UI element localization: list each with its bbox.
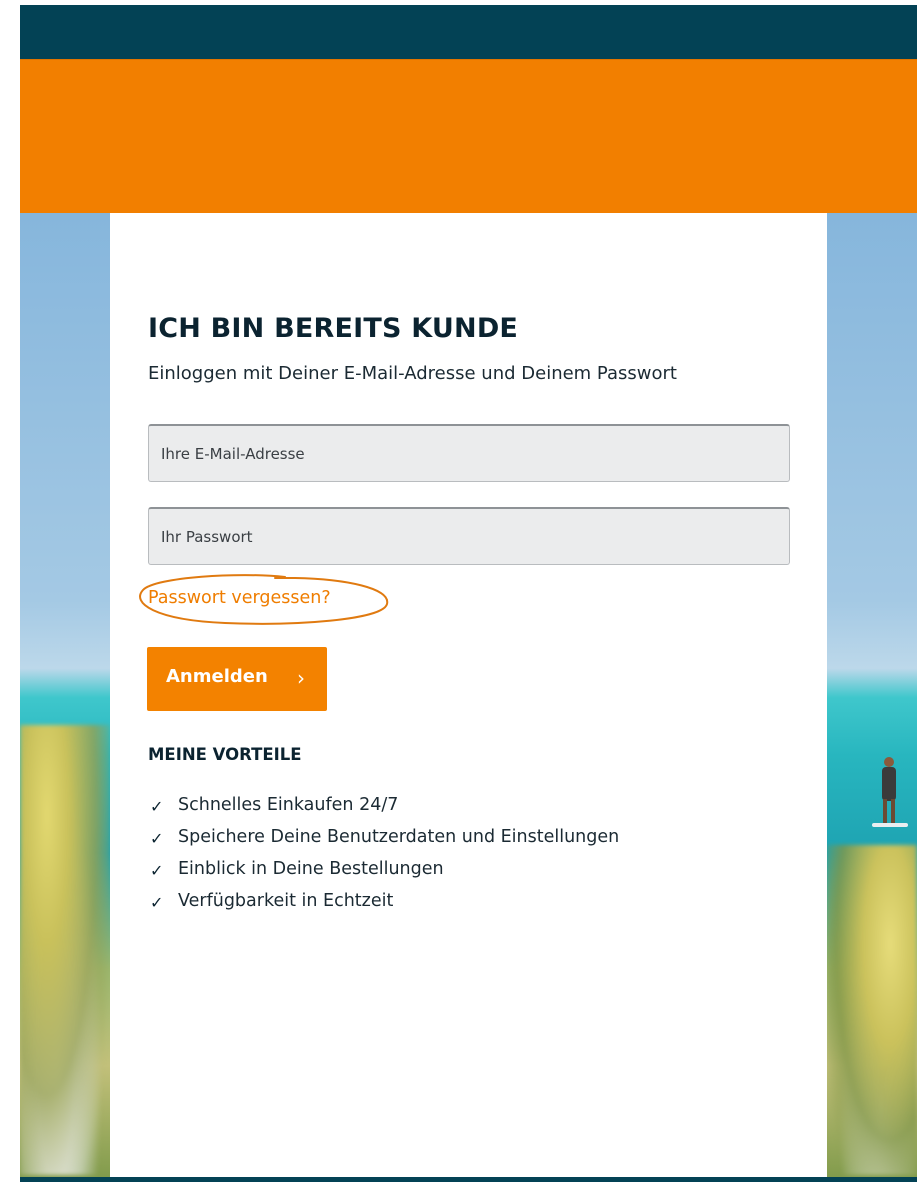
login-button-label: Anmelden — [166, 666, 268, 687]
foliage-left-image — [20, 725, 110, 1175]
foliage-right-image — [827, 845, 917, 1175]
forgot-password-link[interactable]: Passwort vergessen? — [148, 588, 331, 608]
check-icon: ✓ — [150, 797, 164, 816]
check-icon: ✓ — [150, 861, 164, 880]
login-button[interactable]: Anmelden › — [147, 647, 327, 711]
list-item: ✓ Verfügbarkeit in Echtzeit — [148, 891, 619, 923]
list-item: ✓ Schnelles Einkaufen 24/7 — [148, 795, 619, 827]
header-banner — [20, 59, 917, 213]
password-field[interactable] — [148, 507, 790, 565]
login-subtitle: Einloggen mit Deiner E-Mail-Adresse und … — [148, 363, 677, 384]
benefits-list: ✓ Schnelles Einkaufen 24/7 ✓ Speichere D… — [148, 795, 619, 923]
email-field[interactable] — [148, 424, 790, 482]
check-icon: ✓ — [150, 893, 164, 912]
benefit-label: Schnelles Einkaufen 24/7 — [178, 795, 399, 815]
list-item: ✓ Einblick in Deine Bestellungen — [148, 859, 619, 891]
benefit-label: Speichere Deine Benutzerdaten und Einste… — [178, 827, 620, 847]
page-title: ICH BIN BEREITS KUNDE — [148, 313, 519, 344]
login-panel: ICH BIN BEREITS KUNDE Einloggen mit Dein… — [110, 213, 827, 1182]
chevron-right-icon: › — [297, 666, 305, 690]
list-item: ✓ Speichere Deine Benutzerdaten und Eins… — [148, 827, 619, 859]
benefits-title: MEINE VORTEILE — [148, 745, 302, 764]
check-icon: ✓ — [150, 829, 164, 848]
benefit-label: Verfügbarkeit in Echtzeit — [178, 891, 394, 911]
benefit-label: Einblick in Deine Bestellungen — [178, 859, 444, 879]
page-frame: ICH BIN BEREITS KUNDE Einloggen mit Dein… — [20, 5, 917, 1182]
kitesurfer-image — [872, 757, 908, 827]
footer-bar — [20, 1177, 917, 1182]
top-navigation-bar — [20, 5, 917, 59]
